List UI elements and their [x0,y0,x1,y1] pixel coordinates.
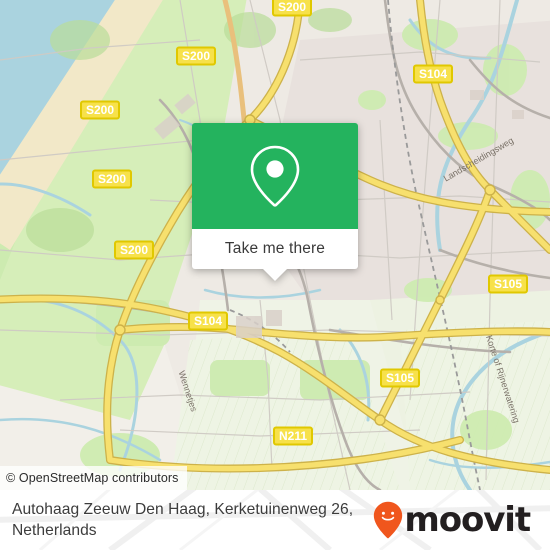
road-shield-label: S200 [278,0,306,14]
map-canvas[interactable]: Landscheidingsweg Korte of Rijnerwatering… [0,0,550,490]
road-shield: N211 [273,426,313,446]
moovit-smiley-pin-icon [374,501,403,539]
map-pin-icon [250,145,300,207]
road-shield: S105 [380,368,420,388]
road-shield: S200 [114,240,154,260]
take-me-there-button[interactable]: Take me there [225,240,325,258]
road-shield-label: S105 [494,277,522,291]
road-shield: S200 [92,169,132,189]
footer-bar: Autohaag Zeeuw Den Haag, Kerketuinenweg … [0,490,550,550]
road-shield: S104 [413,64,453,84]
attribution-text: © OpenStreetMap contributors [6,471,179,485]
road-shield-label: N211 [279,429,307,443]
road-shield-label: S104 [194,314,222,328]
road-shield: S104 [188,311,228,331]
map-page: Landscheidingsweg Korte of Rijnerwatering… [0,0,550,550]
osm-attribution[interactable]: © OpenStreetMap contributors [0,466,187,490]
road-shield: S200 [272,0,312,17]
road-shield-label: S200 [98,172,126,186]
road-shield: S105 [488,274,528,294]
moovit-wordmark: moovit [404,500,531,540]
popup-action-panel[interactable]: Take me there [192,229,358,281]
road-shield: S200 [80,100,120,120]
moovit-logo[interactable]: moovit [373,500,531,540]
road-shield: S200 [176,46,216,66]
road-shield-label: S200 [86,103,114,117]
road-shield-label: S104 [419,67,447,81]
road-shield-label: S105 [386,371,414,385]
place-title: Autohaag Zeeuw Den Haag, Kerketuinenweg … [12,501,354,539]
location-popup-card[interactable]: Take me there [192,123,358,281]
road-shield-label: S200 [182,49,210,63]
road-shield-label: S200 [120,243,148,257]
footer-content: Autohaag Zeeuw Den Haag, Kerketuinenweg … [0,490,550,550]
popup-tail-pointer [263,269,287,281]
popup-pin-panel [192,123,358,229]
